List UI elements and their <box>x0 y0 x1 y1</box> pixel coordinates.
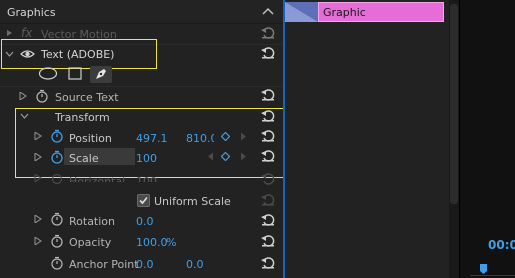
stopwatch-icon[interactable] <box>50 212 64 226</box>
pen-mask-icon[interactable] <box>94 67 108 81</box>
stopwatch-icon <box>51 173 63 184</box>
checkmark-icon <box>139 196 148 205</box>
stopwatch-icon[interactable] <box>50 234 64 248</box>
fx-icon: fx <box>21 26 33 40</box>
opacity-unit: % <box>166 236 177 249</box>
opacity-label: Opacity <box>69 236 112 249</box>
collapsed-triangle-icon[interactable] <box>19 92 27 100</box>
rotation-label: Rotation <box>69 215 116 228</box>
anchor-point-x-value[interactable]: 0.0 <box>136 258 154 271</box>
opacity-value[interactable]: 100.0 <box>136 236 168 249</box>
rotation-value[interactable]: 0.0 <box>136 215 154 228</box>
playhead-line[interactable] <box>283 0 285 278</box>
stopwatch-icon[interactable] <box>50 256 64 270</box>
collapsed-triangle-icon[interactable] <box>34 215 42 223</box>
horizontal-label: Horizontal ... <box>69 175 131 182</box>
reset-icon[interactable] <box>261 256 275 269</box>
collapsed-triangle-icon <box>34 174 42 182</box>
reset-icon[interactable] <box>261 193 275 206</box>
timecode-display[interactable]: 00:0 <box>488 238 515 252</box>
collapsed-triangle-icon[interactable] <box>34 237 42 245</box>
source-text-label: Source Text <box>55 91 119 104</box>
collapse-triangle-icon[interactable] <box>6 29 14 37</box>
uniform-scale-label: Uniform Scale <box>154 195 231 208</box>
clip-transition-diagonal <box>285 2 318 22</box>
playhead-marker-icon[interactable] <box>479 263 488 275</box>
program-monitor-edge <box>459 0 515 278</box>
anchor-point-label: Anchor Point <box>69 258 139 271</box>
horizontal-value: 100 <box>136 175 157 182</box>
reset-icon[interactable] <box>261 213 275 226</box>
uniform-scale-checkbox[interactable] <box>137 194 150 207</box>
anchor-point-y-value[interactable]: 0.0 <box>186 258 204 271</box>
reset-icon[interactable] <box>261 46 275 59</box>
scrollbar-thumb[interactable] <box>450 4 458 204</box>
rectangle-mask-icon[interactable] <box>68 67 82 80</box>
monitor-ruler <box>470 275 515 276</box>
stopwatch-icon[interactable] <box>35 89 49 103</box>
reset-icon[interactable] <box>261 234 275 247</box>
panel-title: Graphics <box>7 6 56 19</box>
graphic-clip-label: Graphic <box>323 6 366 19</box>
ellipse-mask-icon[interactable] <box>38 67 58 80</box>
reset-icon[interactable] <box>261 26 275 39</box>
collapse-up-icon[interactable] <box>262 6 274 16</box>
reset-icon[interactable] <box>261 88 275 101</box>
highlight-text-layer <box>1 39 157 69</box>
row-divider <box>0 86 283 87</box>
reset-icon <box>261 173 275 185</box>
